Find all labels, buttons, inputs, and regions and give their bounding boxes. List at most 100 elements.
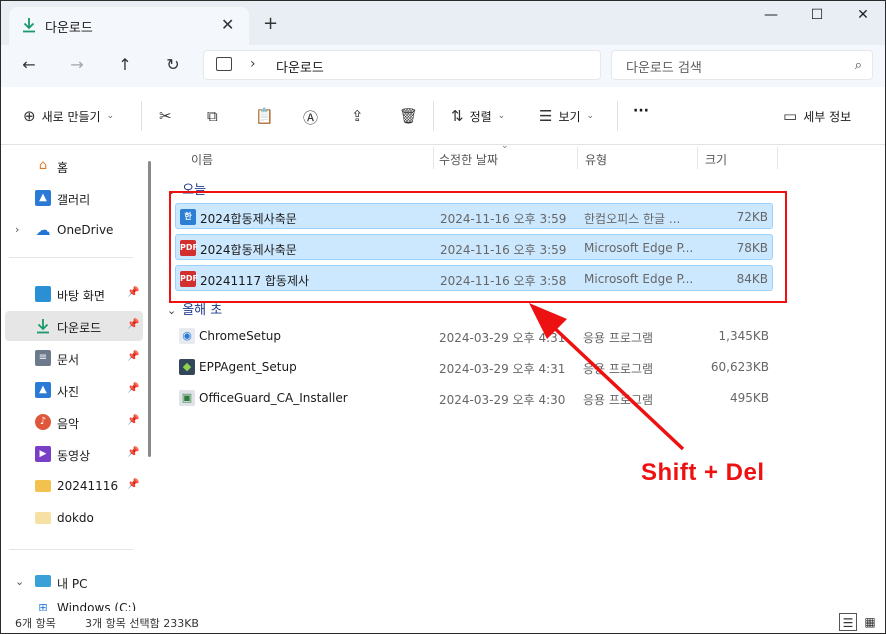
column-divider[interactable]: [777, 147, 778, 169]
chevron-right-icon: ›: [250, 56, 256, 72]
sidebar-scrollbar[interactable]: [148, 161, 151, 457]
back-button[interactable]: ←: [17, 55, 41, 74]
up-button[interactable]: ↑: [113, 55, 137, 74]
copy-icon[interactable]: ⧉: [207, 107, 218, 125]
file-type: 응용 프로그램: [583, 362, 654, 376]
navigation-bar: ← → ↑ ↻ › 다운로드 다운로드 검색 ⌕: [1, 45, 885, 87]
file-explorer-window: 다운로드 ✕ + — ☐ ✕ ← → ↑ ↻ › 다운로드 다운로드 검색 ⌕ …: [0, 0, 886, 634]
file-date: 2024-03-29 오후 4:31: [439, 362, 566, 376]
sidebar-item-label: 다운로드: [57, 321, 102, 335]
rename-icon[interactable]: Ⓐ: [303, 107, 318, 128]
sidebar-item-pictures[interactable]: ▲ 사진 📌: [5, 375, 143, 405]
details-label: 세부 정보: [803, 109, 852, 124]
cut-icon[interactable]: ✂: [159, 107, 172, 125]
toolbar-divider: [617, 101, 618, 131]
home-icon: ⌂: [38, 158, 48, 173]
view-lines-icon: ☰: [539, 107, 553, 125]
chevron-down-icon: ⌄: [497, 111, 506, 121]
sort-icon: ⇅: [451, 107, 464, 125]
new-button[interactable]: ⊕ 새로 만들기 ⌄: [23, 107, 114, 125]
column-divider[interactable]: [577, 147, 578, 169]
sidebar-item-music[interactable]: ♪ 음악 📌: [5, 407, 143, 437]
pin-icon: 📌: [127, 479, 140, 490]
sidebar-item-gallery[interactable]: ▲ 갤러리: [5, 183, 143, 213]
sidebar-item-label: OneDrive: [57, 223, 114, 237]
file-date: 2024-03-29 오후 4:30: [439, 393, 566, 407]
tiles-view-button[interactable]: ▦: [861, 613, 879, 631]
navigation-pane: ⌂ 홈 ▲ 갤러리 › ☁ OneDrive 바탕 화면 📌 다운로드 📌 ≡ …: [1, 145, 157, 611]
sidebar-divider: [9, 257, 133, 258]
file-name: ChromeSetup: [199, 329, 281, 343]
computer-icon: [216, 57, 232, 71]
details-view-button[interactable]: ☰: [839, 613, 857, 631]
pin-icon: 📌: [127, 383, 140, 394]
chevron-right-icon[interactable]: ›: [15, 223, 19, 236]
file-size: 60,623KB: [710, 360, 769, 374]
column-header-type[interactable]: 유형: [585, 151, 607, 168]
pin-icon: 📌: [127, 447, 140, 458]
sidebar-item-drive-c[interactable]: ⊞ Windows (C:): [5, 599, 143, 611]
chevron-down-icon: ⌄: [167, 304, 177, 317]
sidebar-item-videos[interactable]: ▶ 동영상 📌: [5, 439, 143, 469]
file-row[interactable]: ◆ EPPAgent_Setup 2024-03-29 오후 4:31 응용 프…: [175, 354, 773, 380]
column-header-modified[interactable]: 수정한 날짜: [439, 151, 498, 168]
sort-button[interactable]: ⇅ 정렬 ⌄: [451, 107, 505, 125]
close-button[interactable]: ✕: [843, 7, 883, 23]
view-label: 보기: [558, 109, 581, 124]
music-icon: ♪: [35, 414, 51, 430]
maximize-button[interactable]: ☐: [797, 7, 837, 23]
file-row[interactable]: ◉ ChromeSetup 2024-03-29 오후 4:31 응용 프로그램…: [175, 323, 773, 349]
download-icon: [23, 18, 35, 33]
new-tab-button[interactable]: +: [263, 13, 278, 34]
sidebar-item-home[interactable]: ⌂ 홈: [5, 151, 143, 181]
desktop-icon: [35, 286, 51, 302]
gallery-icon: ▲: [35, 190, 51, 206]
document-icon: ≡: [35, 350, 51, 366]
column-divider[interactable]: [433, 147, 434, 169]
tab-downloads[interactable]: 다운로드 ✕: [9, 7, 249, 45]
sidebar-item-label: 문서: [57, 353, 80, 367]
refresh-button[interactable]: ↻: [161, 55, 185, 74]
sidebar-item-label: 내 PC: [57, 577, 88, 591]
sidebar-item-folder-dokdo[interactable]: dokdo: [5, 503, 143, 533]
sidebar-item-downloads[interactable]: 다운로드 📌: [5, 311, 143, 341]
chevron-down-icon[interactable]: ⌄: [15, 575, 24, 588]
search-input[interactable]: 다운로드 검색 ⌕: [611, 50, 873, 80]
sidebar-item-folder-20241116[interactable]: 20241116 📌: [5, 471, 143, 501]
file-size: 1,345KB: [718, 329, 769, 343]
sidebar-item-label: 동영상: [57, 449, 91, 463]
view-button[interactable]: ☰ 보기 ⌄: [539, 107, 594, 125]
chevron-down-icon: ⌄: [106, 111, 115, 121]
delete-icon[interactable]: 🗑: [399, 107, 418, 125]
sidebar-item-label: dokdo: [57, 511, 94, 525]
breadcrumb[interactable]: 다운로드: [276, 57, 324, 76]
cloud-icon: ☁: [35, 221, 51, 239]
tab-close-button[interactable]: ✕: [221, 15, 234, 34]
more-options-button[interactable]: ···: [633, 103, 649, 119]
windows-icon: ⊞: [38, 601, 48, 611]
file-type: 응용 프로그램: [583, 331, 654, 345]
details-pane-button[interactable]: ▭ 세부 정보: [783, 107, 851, 125]
column-header-name[interactable]: 이름: [191, 151, 213, 168]
sidebar-item-desktop[interactable]: 바탕 화면 📌: [5, 279, 143, 309]
paste-icon[interactable]: 📋: [255, 107, 274, 125]
toolbar-divider: [141, 101, 142, 131]
item-count: 6개 항목: [15, 617, 56, 630]
sort-arrow-icon: ⌄: [501, 141, 509, 151]
address-bar[interactable]: › 다운로드: [203, 50, 601, 80]
column-divider[interactable]: [697, 147, 698, 169]
title-bar: 다운로드 ✕ + — ☐ ✕: [1, 1, 885, 45]
forward-button[interactable]: →: [65, 55, 89, 74]
sidebar-item-this-pc[interactable]: ⌄ 내 PC: [5, 567, 143, 597]
sidebar-item-label: 음악: [57, 417, 80, 431]
share-icon[interactable]: ⇪: [351, 107, 364, 125]
sidebar-item-onedrive[interactable]: › ☁ OneDrive: [5, 215, 143, 245]
sidebar-item-documents[interactable]: ≡ 문서 📌: [5, 343, 143, 373]
sort-label: 정렬: [469, 109, 492, 124]
search-icon: ⌕: [854, 58, 862, 73]
minimize-button[interactable]: —: [751, 7, 791, 23]
file-row[interactable]: ▣ OfficeGuard_CA_Installer 2024-03-29 오후…: [175, 385, 773, 411]
column-header-size[interactable]: 크기: [705, 151, 727, 168]
chrome-setup-icon: ◉: [179, 328, 195, 344]
folder-icon: [35, 512, 51, 524]
